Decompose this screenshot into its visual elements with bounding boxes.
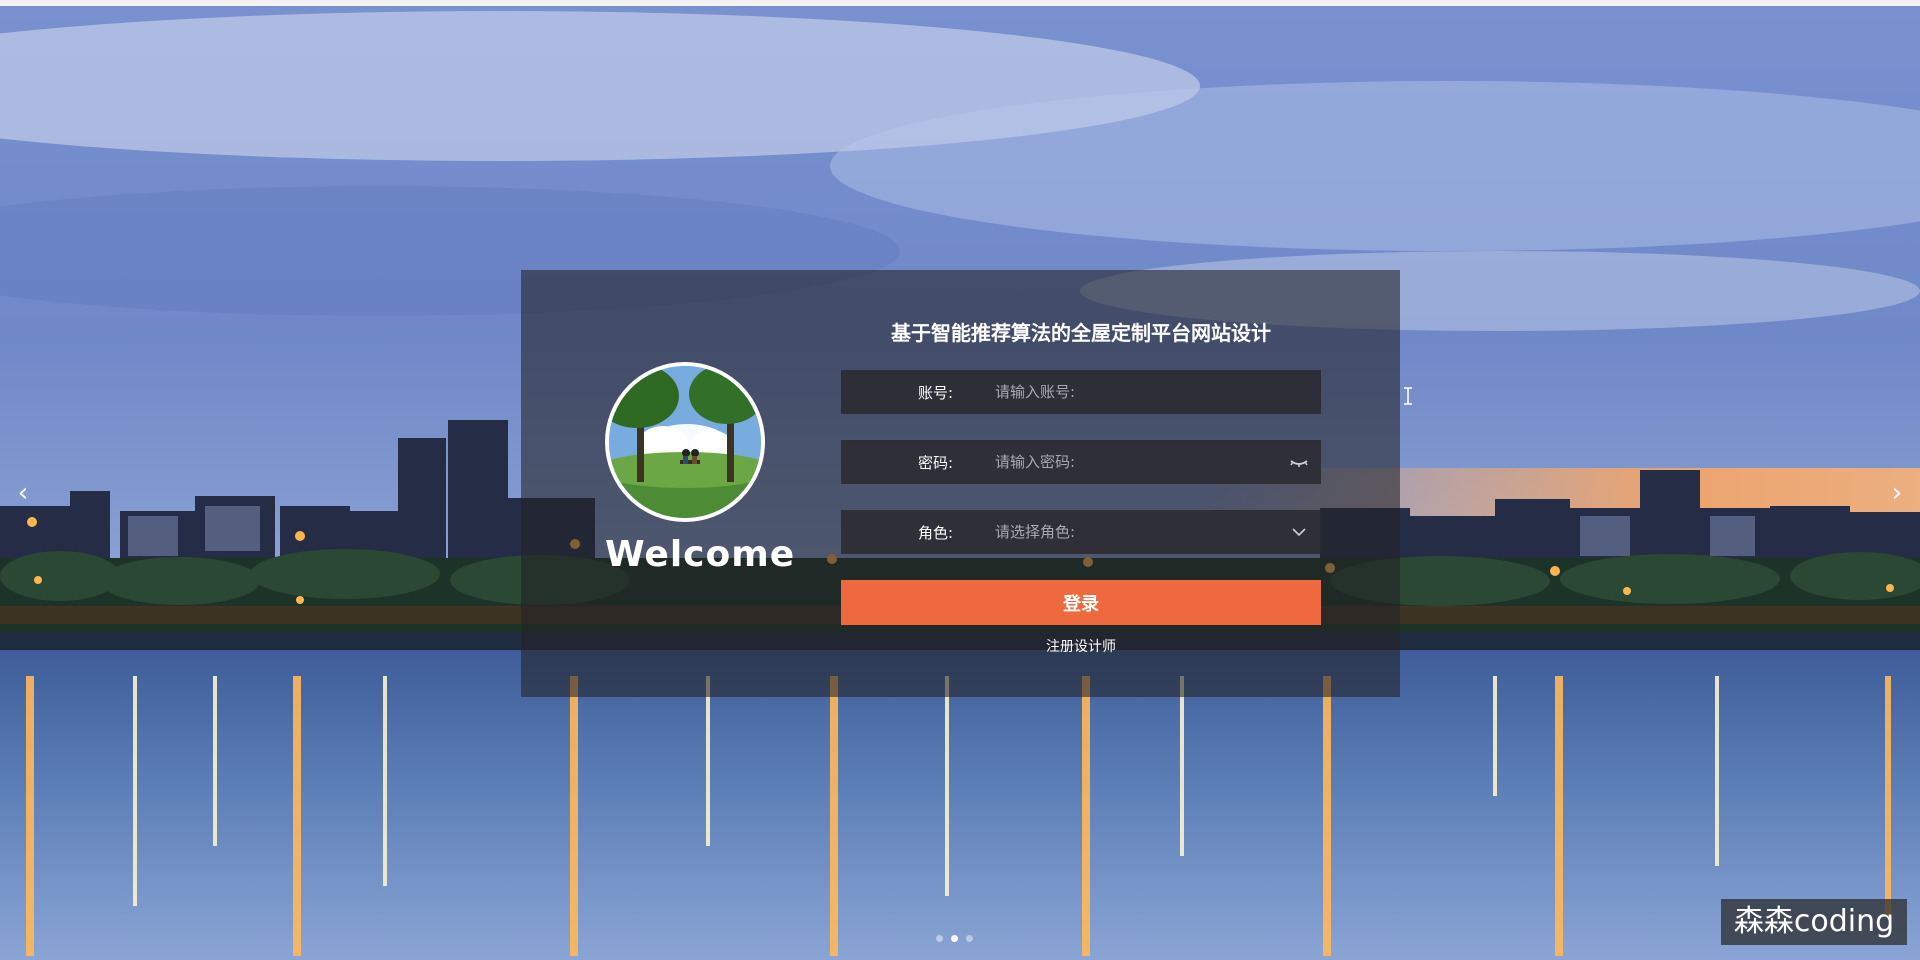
eye-icon[interactable] <box>1289 452 1309 472</box>
password-field[interactable]: 密码: <box>841 440 1321 484</box>
chevron-down-icon[interactable] <box>1289 522 1309 542</box>
carousel-prev-button[interactable]: ‹ <box>8 478 38 508</box>
top-strip <box>0 0 1920 6</box>
carousel-dots <box>936 935 973 942</box>
role-select[interactable] <box>993 522 1287 542</box>
password-label: 密码: <box>917 453 953 472</box>
account-field[interactable]: 账号: <box>841 370 1412 414</box>
welcome-section: Welcome <box>605 362 796 575</box>
text-cursor-icon <box>1404 387 1412 405</box>
role-label: 角色: <box>917 523 953 542</box>
carousel-dot-3[interactable] <box>966 935 973 942</box>
login-panel: Welcome 基于智能推荐算法的全屋定制平台网站设计 账号: 密码: 角色: <box>521 270 1412 697</box>
register-designer-link[interactable]: 注册设计师 <box>841 636 1321 656</box>
chevron-left-icon: ‹ <box>17 478 29 508</box>
carousel-next-button[interactable]: › <box>1882 478 1912 508</box>
welcome-text: Welcome <box>605 534 796 575</box>
role-field[interactable]: 角色: <box>841 510 1321 554</box>
account-input[interactable] <box>993 382 1287 402</box>
avatar <box>605 362 765 522</box>
page-title: 基于智能推荐算法的全屋定制平台网站设计 <box>891 321 1271 345</box>
carousel-dot-2[interactable] <box>951 935 958 942</box>
carousel-dot-1[interactable] <box>936 935 943 942</box>
chevron-right-icon: › <box>1891 478 1903 508</box>
watermark: 森森coding <box>1721 899 1907 945</box>
password-input[interactable] <box>993 452 1287 472</box>
login-button[interactable]: 登录 <box>841 580 1321 625</box>
account-label: 账号: <box>917 383 953 402</box>
avatar-image <box>609 366 761 518</box>
login-page: ‹ › Welcome 基于智能推荐算法的全屋定制平台网站设计 账号: 请输入账… <box>0 0 1920 960</box>
